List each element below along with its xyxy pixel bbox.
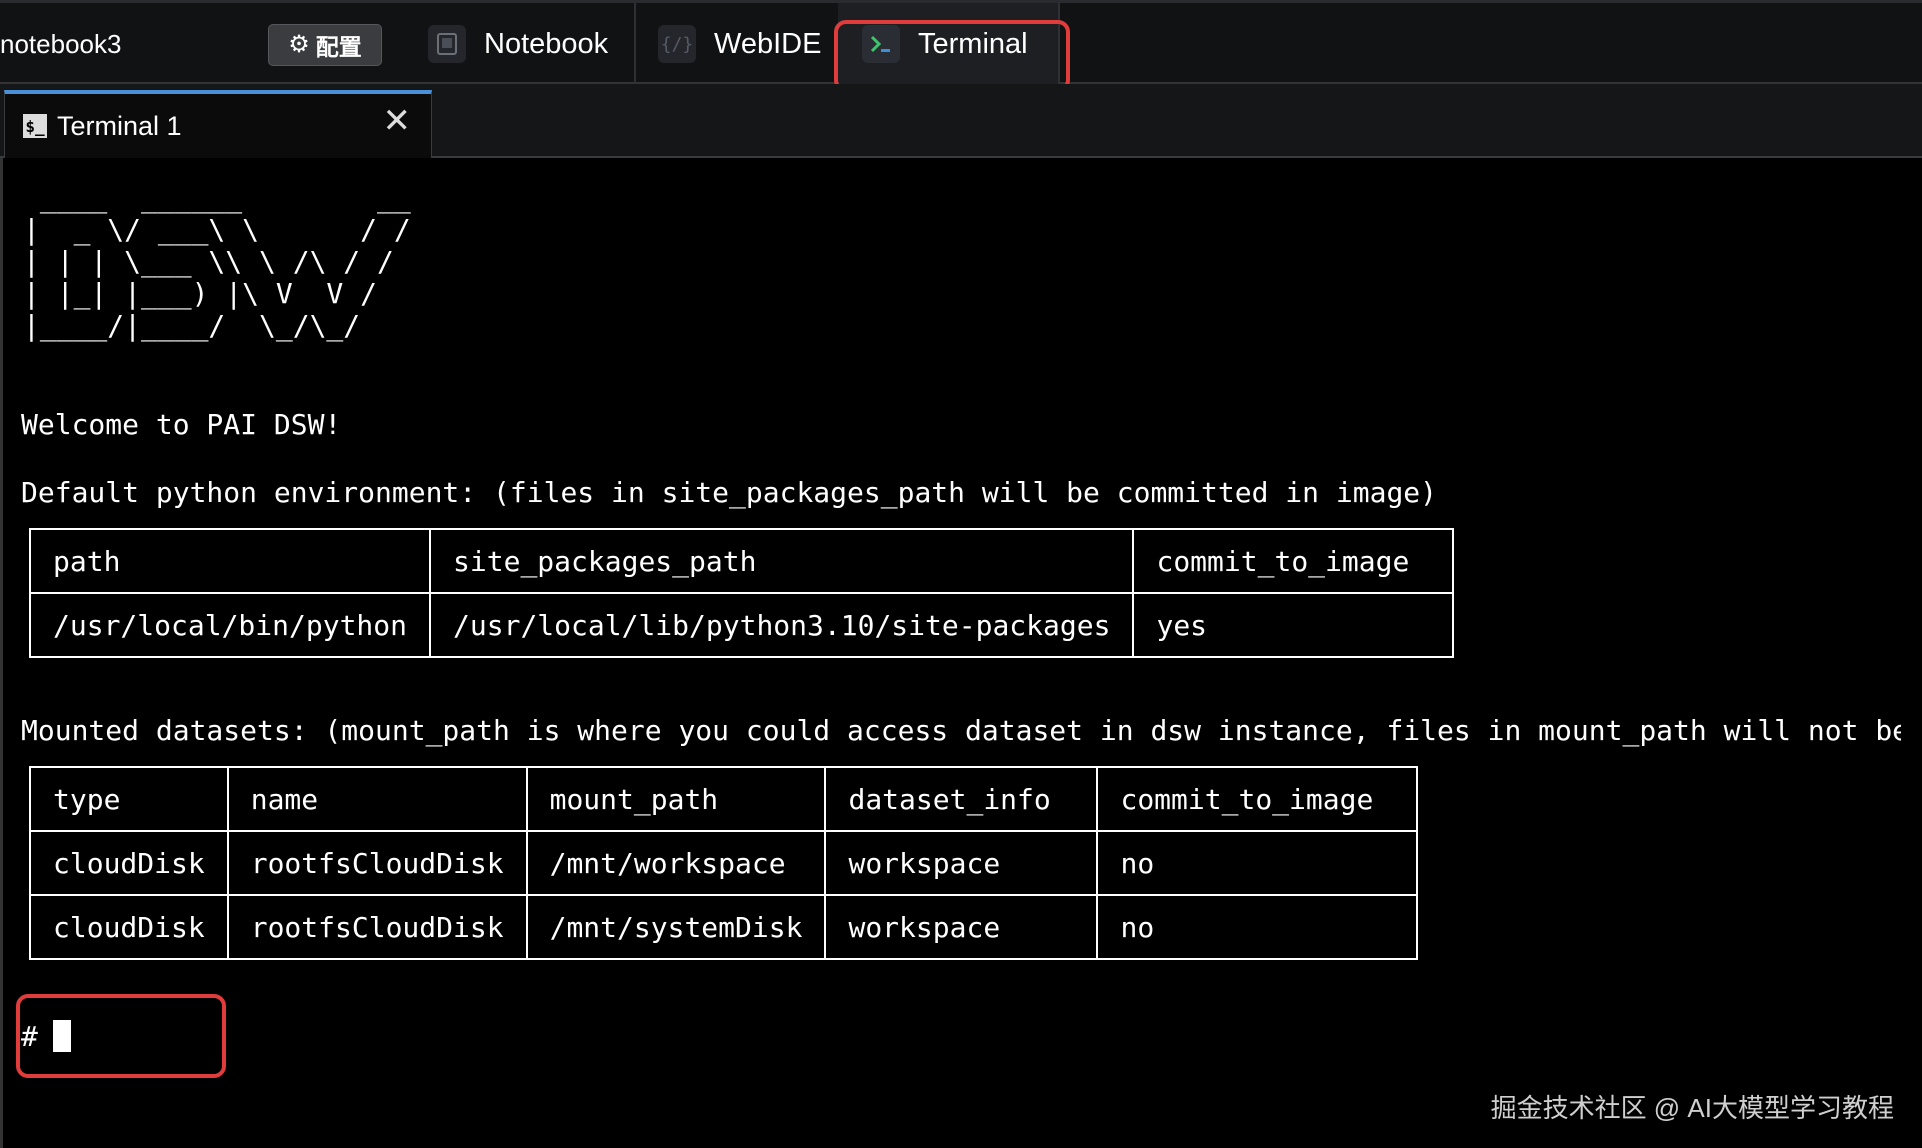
- table-header-cell: mount_path: [525, 766, 827, 832]
- dsw-ascii-art: ____ ______ __ | _ \/ ___\ \ / / | | | \…: [23, 181, 411, 342]
- table-cell: /usr/local/bin/python: [28, 592, 432, 658]
- table-header-cell: site_packages_path: [429, 528, 1135, 594]
- notebook-name: notebook3: [0, 29, 122, 59]
- tab-webide[interactable]: {/} WebIDE: [658, 3, 821, 85]
- default-env-line: Default python environment: (files in si…: [21, 476, 1438, 509]
- config-label: 配置: [315, 34, 362, 60]
- terminal-tab-strip: $_ Terminal 1 ✕: [0, 84, 1922, 158]
- welcome-line: Welcome to PAI DSW!: [21, 408, 342, 441]
- gear-icon: ⚙: [288, 31, 310, 58]
- mounted-datasets-line: Mounted datasets: (mount_path is where y…: [21, 714, 1901, 747]
- table-cell: no: [1096, 894, 1419, 960]
- table-cell: rootfsCloudDisk: [226, 894, 528, 960]
- config-button[interactable]: ⚙ 配置: [268, 24, 382, 66]
- tab-notebook-label: Notebook: [484, 27, 609, 60]
- table-row: type name mount_path dataset_info commit…: [29, 766, 1419, 832]
- tab-webide-label: WebIDE: [714, 27, 822, 60]
- table-cell: no: [1096, 830, 1419, 896]
- terminal-1-tab[interactable]: $_ Terminal 1 ✕: [4, 90, 432, 158]
- close-icon[interactable]: ✕: [383, 104, 412, 138]
- table-header-cell: commit_to_image: [1096, 766, 1419, 832]
- terminal-1-label: Terminal 1: [57, 110, 182, 141]
- notebook-icon: [428, 25, 466, 63]
- code-icon: {/}: [658, 25, 696, 63]
- table-row: path site_packages_path commit_to_image: [28, 528, 1455, 594]
- table-cell: workspace: [824, 894, 1099, 960]
- table-cell: rootfsCloudDisk: [226, 830, 528, 896]
- table-header-cell: name: [226, 766, 528, 832]
- table-cell: /usr/local/lib/python3.10/site-packages: [429, 592, 1135, 658]
- table-header-cell: type: [29, 766, 229, 832]
- table-cell: /mnt/systemDisk: [525, 894, 827, 960]
- table-header-cell: dataset_info: [824, 766, 1099, 832]
- watermark: 掘金技术社区 @ AI大模型学习教程: [1490, 1093, 1894, 1123]
- top-bar: notebook3 ⚙ 配置 Notebook {/} WebIDE Termi…: [0, 0, 1922, 92]
- terminal-output[interactable]: ____ ______ __ | _ \/ ___\ \ / / | | | \…: [0, 158, 1922, 1148]
- table-cell: cloudDisk: [29, 894, 229, 960]
- tab-divider: [634, 3, 636, 85]
- prompt-highlight: [16, 994, 226, 1078]
- table-header-cell: commit_to_image: [1132, 528, 1455, 594]
- table-row: cloudDisk rootfsCloudDisk /mnt/systemDis…: [29, 894, 1419, 960]
- terminal-tab-highlight: [834, 20, 1070, 92]
- datasets-table: type name mount_path dataset_info commit…: [29, 766, 1419, 960]
- table-header-cell: path: [28, 528, 432, 594]
- tab-notebook[interactable]: Notebook: [428, 3, 608, 85]
- env-table: path site_packages_path commit_to_image …: [28, 528, 1455, 658]
- table-row: /usr/local/bin/python /usr/local/lib/pyt…: [28, 592, 1455, 658]
- table-cell: /mnt/workspace: [525, 830, 827, 896]
- table-cell: yes: [1132, 592, 1455, 658]
- terminal-small-icon: $_: [23, 114, 47, 138]
- table-row: cloudDisk rootfsCloudDisk /mnt/workspace…: [29, 830, 1419, 896]
- table-cell: workspace: [824, 830, 1099, 896]
- table-cell: cloudDisk: [29, 830, 229, 896]
